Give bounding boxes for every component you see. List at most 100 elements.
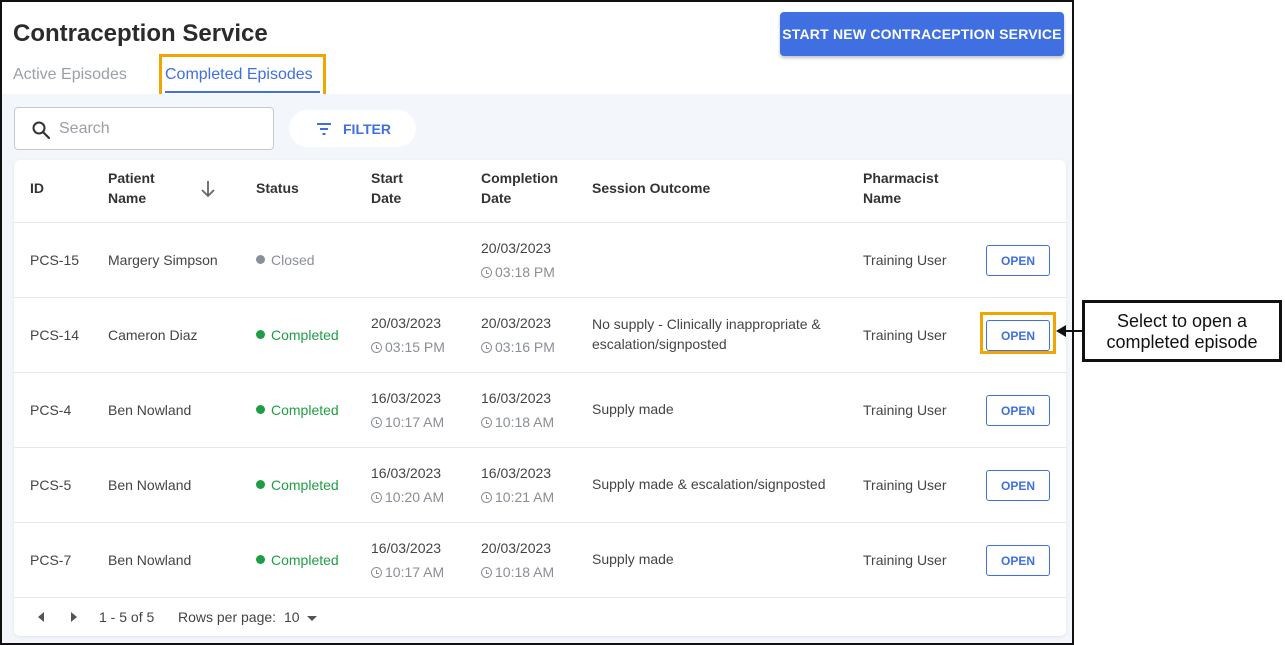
sort-arrow-down-icon[interactable] bbox=[200, 180, 216, 198]
start-date: 16/03/2023 bbox=[371, 390, 442, 406]
open-episode-button[interactable]: OPEN bbox=[986, 395, 1050, 426]
clock-icon bbox=[481, 267, 492, 278]
cell-id: PCS-4 bbox=[30, 402, 72, 418]
status-badge: Completed bbox=[256, 477, 339, 493]
cell-session-outcome: Supply made bbox=[592, 401, 674, 417]
column-header-completion-date[interactable]: Completion Date bbox=[481, 168, 558, 208]
status-label: Completed bbox=[271, 552, 339, 568]
status-badge: Closed bbox=[256, 252, 315, 268]
clock-icon bbox=[481, 342, 492, 353]
table-row: PCS-7 Ben Nowland Completed 16/03/2023 1… bbox=[14, 522, 1066, 597]
cell-session-outcome: Supply made bbox=[592, 551, 674, 567]
pagination-footer: 1 - 5 of 5 Rows per page: 10 bbox=[14, 597, 1066, 636]
search-box[interactable] bbox=[14, 107, 274, 150]
completion-time: 03:16 PM bbox=[495, 339, 555, 355]
start-time: 03:15 PM bbox=[385, 339, 445, 355]
cell-id: PCS-5 bbox=[30, 477, 72, 493]
cell-completion-date: 16/03/2023 10:21 AM bbox=[481, 463, 554, 507]
clock-icon bbox=[371, 417, 382, 428]
start-time: 10:17 AM bbox=[385, 564, 445, 580]
clock-icon bbox=[371, 567, 382, 578]
cell-pharmacist-name: Training User bbox=[863, 477, 947, 493]
table-row: PCS-14 Cameron Diaz Completed 20/03/2023… bbox=[14, 297, 1066, 372]
status-dot bbox=[256, 330, 265, 339]
column-header-status[interactable]: Status bbox=[256, 178, 299, 198]
cell-id: PCS-7 bbox=[30, 552, 72, 568]
status-dot bbox=[256, 255, 265, 264]
status-badge: Completed bbox=[256, 552, 339, 568]
callout-line-1: Select to open a bbox=[1116, 311, 1248, 331]
column-header-id[interactable]: ID bbox=[30, 178, 44, 198]
cell-start-date: 16/03/2023 10:17 AM bbox=[371, 538, 444, 582]
column-header-completion-date-line1: Completion bbox=[481, 170, 558, 186]
cell-id: PCS-15 bbox=[30, 252, 80, 268]
cell-pharmacist-name: Training User bbox=[863, 327, 947, 343]
column-header-start-date-line2: Date bbox=[371, 190, 402, 206]
cell-patient-name: Ben Nowland bbox=[108, 477, 192, 493]
open-episode-button[interactable]: OPEN bbox=[986, 470, 1050, 501]
clock-icon bbox=[481, 567, 492, 578]
filter-label: FILTER bbox=[343, 121, 391, 137]
completion-date: 16/03/2023 bbox=[481, 390, 552, 406]
column-header-start-date[interactable]: Start Date bbox=[371, 168, 403, 208]
page-title: Contraception Service bbox=[13, 20, 268, 47]
filter-icon bbox=[317, 123, 331, 135]
open-episode-button[interactable]: OPEN bbox=[986, 545, 1050, 576]
completion-date: 16/03/2023 bbox=[481, 465, 552, 481]
episodes-table: ID Patient Name Status Start Date Comple… bbox=[14, 160, 1066, 636]
cell-completion-date: 20/03/2023 10:18 AM bbox=[481, 538, 554, 582]
search-input[interactable] bbox=[59, 116, 259, 142]
status-label: Closed bbox=[271, 252, 315, 268]
rows-per-page-label: Rows per page: bbox=[178, 609, 277, 625]
cell-start-date: 16/03/2023 10:20 AM bbox=[371, 463, 444, 507]
column-header-patient-name[interactable]: Patient Name bbox=[108, 168, 155, 208]
cell-patient-name: Ben Nowland bbox=[108, 402, 192, 418]
cell-start-date: 16/03/2023 10:17 AM bbox=[371, 388, 444, 432]
table-row: PCS-5 Ben Nowland Completed 16/03/2023 1… bbox=[14, 447, 1066, 522]
open-button-highlight-box bbox=[980, 312, 1056, 354]
arrow-left-icon bbox=[1056, 325, 1066, 337]
app-frame: Contraception Service START NEW CONTRACE… bbox=[0, 0, 1074, 645]
cell-pharmacist-name: Training User bbox=[863, 252, 947, 268]
search-icon bbox=[32, 121, 51, 140]
completion-time: 10:21 AM bbox=[495, 489, 555, 505]
status-label: Completed bbox=[271, 402, 339, 418]
clock-icon bbox=[371, 342, 382, 353]
column-header-start-date-line1: Start bbox=[371, 170, 403, 186]
status-dot bbox=[256, 480, 265, 489]
cell-completion-date: 16/03/2023 10:18 AM bbox=[481, 388, 554, 432]
column-header-patient-name-line2: Name bbox=[108, 190, 147, 206]
rows-per-page-select[interactable]: 10 bbox=[284, 609, 300, 625]
cell-patient-name: Cameron Diaz bbox=[108, 327, 198, 343]
tab-active-episodes[interactable]: Active Episodes bbox=[13, 66, 127, 84]
status-dot bbox=[256, 405, 265, 414]
chevron-left-icon[interactable] bbox=[38, 612, 44, 622]
cell-session-outcome: Supply made & escalation/signposted bbox=[592, 476, 826, 492]
cell-completion-date: 20/03/2023 03:16 PM bbox=[481, 313, 555, 357]
table-row: PCS-4 Ben Nowland Completed 16/03/2023 1… bbox=[14, 372, 1066, 447]
callout-arrow-line bbox=[1066, 330, 1082, 332]
cell-id: PCS-14 bbox=[30, 327, 80, 343]
status-label: Completed bbox=[271, 327, 339, 343]
status-label: Completed bbox=[271, 477, 339, 493]
column-header-pharmacist-name[interactable]: Pharmacist Name bbox=[863, 168, 938, 208]
column-header-pharmacist-name-line1: Pharmacist bbox=[863, 170, 939, 186]
start-new-contraception-service-button[interactable]: START NEW CONTRACEPTION SERVICE bbox=[780, 12, 1064, 56]
start-date: 16/03/2023 bbox=[371, 465, 442, 481]
caret-down-icon[interactable] bbox=[307, 616, 317, 621]
column-header-completion-date-line2: Date bbox=[481, 190, 512, 206]
completion-date: 20/03/2023 bbox=[481, 315, 552, 331]
chevron-right-icon[interactable] bbox=[71, 612, 77, 622]
filter-button[interactable]: FILTER bbox=[289, 110, 416, 147]
column-header-session-outcome[interactable]: Session Outcome bbox=[592, 178, 710, 198]
open-episode-button[interactable]: OPEN bbox=[986, 245, 1050, 276]
table-row: PCS-15 Margery Simpson Closed 20/03/2023… bbox=[14, 222, 1066, 297]
cell-completion-date: 20/03/2023 03:18 PM bbox=[481, 238, 555, 282]
column-header-pharmacist-name-line2: Name bbox=[863, 190, 902, 206]
cell-pharmacist-name: Training User bbox=[863, 552, 947, 568]
cell-patient-name: Margery Simpson bbox=[108, 252, 218, 268]
start-time: 10:20 AM bbox=[385, 489, 445, 505]
clock-icon bbox=[481, 417, 492, 428]
cell-session-outcome: No supply - Clinically inappropriate & e… bbox=[592, 316, 821, 352]
clock-icon bbox=[371, 492, 382, 503]
